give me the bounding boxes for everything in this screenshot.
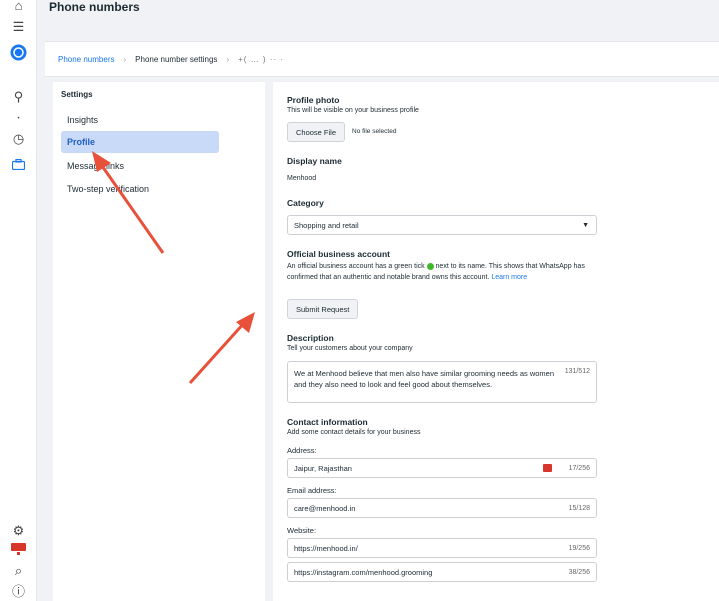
annotation-arrows (92, 151, 255, 385)
arrow-to-profile (92, 151, 165, 254)
arrow-to-submit (188, 312, 255, 385)
